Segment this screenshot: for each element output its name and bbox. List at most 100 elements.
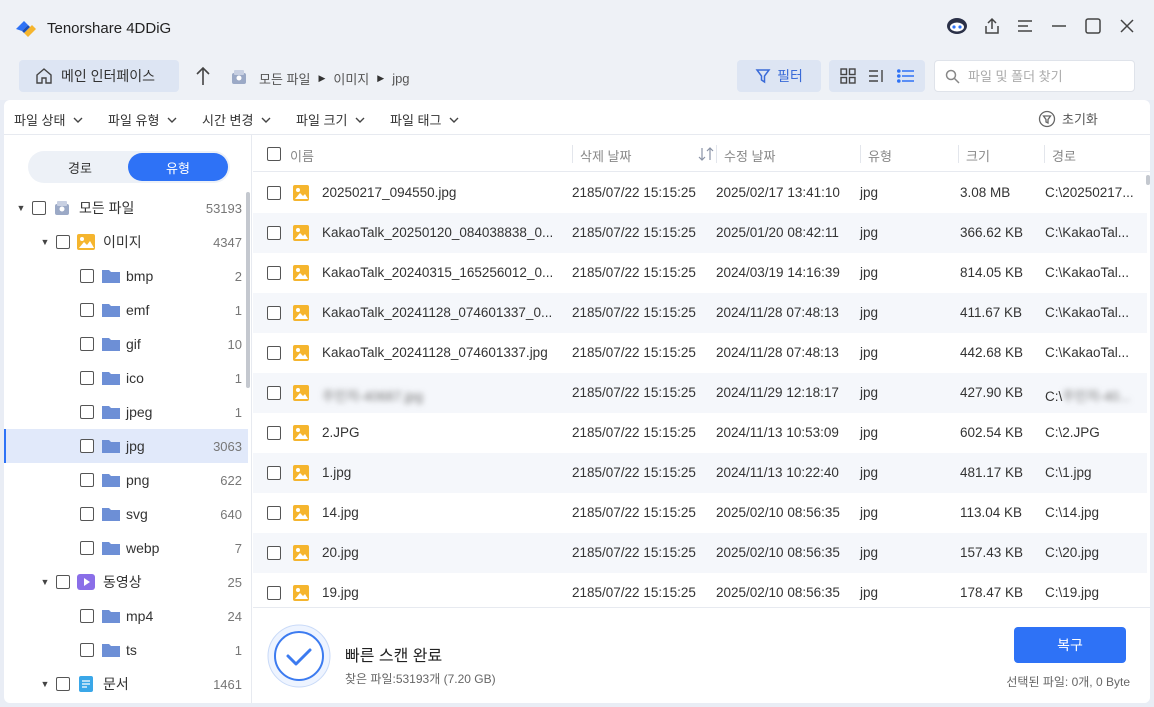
table-row[interactable]: 14.jpg 2185/07/22 15:15:25 2025/02/10 08:5… (253, 493, 1147, 533)
tree-checkbox[interactable] (56, 575, 70, 589)
row-checkbox[interactable] (267, 586, 281, 600)
tree-item-all-files[interactable]: ▼ 모든 파일 53193 (4, 191, 248, 225)
filter-time-changed[interactable]: 시간 변경 (202, 110, 271, 129)
row-checkbox[interactable] (267, 226, 281, 240)
tree-checkbox[interactable] (80, 337, 94, 351)
assistant-robot-icon[interactable] (945, 14, 969, 38)
tree-item-images[interactable]: ▼ 이미지 4347 (4, 225, 248, 259)
breadcrumb-item[interactable]: 이미지 (333, 69, 369, 88)
tree-checkbox[interactable] (80, 371, 94, 385)
up-arrow-icon[interactable] (193, 64, 213, 88)
folder-icon (102, 508, 120, 521)
tab-path[interactable]: 경로 (30, 153, 130, 181)
tree-item-webp[interactable]: webp 7 (4, 531, 248, 565)
tree-item-jpg[interactable]: jpg 3063 (4, 429, 248, 463)
cell-size: 814.05 KB (960, 265, 1024, 280)
tree-item-jpeg[interactable]: jpeg 1 (4, 395, 248, 429)
row-checkbox[interactable] (267, 546, 281, 560)
table-row[interactable]: 20.jpg 2185/07/22 15:15:25 2025/02/10 08:5… (253, 533, 1147, 573)
row-checkbox[interactable] (267, 346, 281, 360)
table-scrollbar[interactable] (1146, 175, 1150, 185)
table-row[interactable]: 2.JPG 2185/07/22 15:15:25 2024/11/13 10:53… (253, 413, 1147, 453)
tree-item-ico[interactable]: ico 1 (4, 361, 248, 395)
column-divider[interactable] (860, 145, 861, 163)
row-checkbox[interactable] (267, 506, 281, 520)
tree-checkbox[interactable] (80, 643, 94, 657)
column-divider[interactable] (1044, 145, 1045, 163)
maximize-icon[interactable] (1081, 14, 1105, 38)
tab-type[interactable]: 유형 (128, 153, 228, 181)
tree-item-emf[interactable]: emf 1 (4, 293, 248, 327)
tree-item-ts[interactable]: ts 1 (4, 633, 248, 667)
column-divider[interactable] (958, 145, 959, 163)
row-checkbox[interactable] (267, 426, 281, 440)
filter-button[interactable]: 필터 (737, 60, 821, 92)
table-row[interactable]: 주민차-40687.jpg 2185/07/22 15:15:25 2024/11/… (253, 373, 1147, 413)
tree-item-videos[interactable]: ▼ 동영상 25 (4, 565, 248, 599)
table-row[interactable]: KakaoTalk_20250120_084038838_0... 2185/07… (253, 213, 1147, 253)
reset-button[interactable]: 초기화 (1038, 109, 1098, 128)
detail-view-icon[interactable] (865, 64, 889, 88)
tree-checkbox[interactable] (80, 303, 94, 317)
filter-file-tag[interactable]: 파일 태그 (390, 110, 459, 129)
caret-down-icon[interactable]: ▼ (16, 203, 26, 213)
row-checkbox[interactable] (267, 466, 281, 480)
caret-down-icon[interactable]: ▼ (40, 577, 50, 587)
menu-icon[interactable] (1013, 14, 1037, 38)
tree-item-mp4[interactable]: mp4 24 (4, 599, 248, 633)
row-checkbox[interactable] (267, 386, 281, 400)
column-header-type[interactable]: 유형 (868, 146, 892, 165)
home-button[interactable]: 메인 인터페이스 (19, 60, 179, 92)
tree-checkbox[interactable] (80, 269, 94, 283)
caret-down-icon[interactable]: ▼ (40, 237, 50, 247)
tree-checkbox[interactable] (80, 405, 94, 419)
tree-checkbox[interactable] (80, 473, 94, 487)
tree-item-documents[interactable]: ▼ 문서 1461 (4, 667, 248, 701)
table-row[interactable]: KakaoTalk_20240315_165256012_0... 2185/07… (253, 253, 1147, 293)
table-row[interactable]: 1.jpg 2185/07/22 15:15:25 2024/11/13 10:22… (253, 453, 1147, 493)
caret-down-icon[interactable]: ▼ (40, 679, 50, 689)
grid-view-icon[interactable] (836, 64, 860, 88)
breadcrumb-item[interactable]: jpg (392, 71, 409, 86)
filter-file-status[interactable]: 파일 상태 (14, 110, 83, 129)
breadcrumb-item[interactable]: 모든 파일 (259, 69, 310, 88)
row-checkbox[interactable] (267, 306, 281, 320)
tree-item-bmp[interactable]: bmp 2 (4, 259, 248, 293)
cell-modified: 2024/11/13 10:53:09 (716, 425, 839, 440)
tree-checkbox[interactable] (80, 439, 94, 453)
tree-item-png[interactable]: png 622 (4, 463, 248, 497)
sidebar-scrollbar[interactable] (246, 192, 250, 388)
column-header-deleted[interactable]: 삭제 날짜 (580, 146, 631, 165)
row-checkbox[interactable] (267, 266, 281, 280)
select-all-checkbox[interactable] (267, 147, 281, 161)
tree-checkbox[interactable] (80, 609, 94, 623)
tree-checkbox[interactable] (80, 541, 94, 555)
filter-file-type[interactable]: 파일 유형 (108, 110, 177, 129)
filter-file-size[interactable]: 파일 크기 (296, 110, 365, 129)
row-checkbox[interactable] (267, 186, 281, 200)
list-view-icon[interactable] (894, 64, 918, 88)
tree-checkbox[interactable] (80, 507, 94, 521)
column-header-size[interactable]: 크기 (966, 146, 990, 165)
table-row[interactable]: 20250217_094550.jpg 2185/07/22 15:15:25 20… (253, 173, 1147, 213)
column-header-path[interactable]: 경로 (1052, 146, 1076, 165)
column-divider[interactable] (572, 145, 573, 163)
tree-checkbox[interactable] (32, 201, 46, 215)
search-input[interactable] (968, 68, 1128, 84)
funnel-icon (755, 69, 771, 84)
column-header-modified[interactable]: 수정 날짜 (724, 146, 775, 165)
tree-item-svg[interactable]: svg 640 (4, 497, 248, 531)
tree-checkbox[interactable] (56, 235, 70, 249)
sort-icon[interactable] (698, 147, 714, 161)
tree-checkbox[interactable] (56, 677, 70, 691)
column-header-name[interactable]: 이름 (290, 146, 314, 165)
table-row[interactable]: KakaoTalk_20241128_074601337.jpg 2185/07/… (253, 333, 1147, 373)
column-divider[interactable] (716, 145, 717, 163)
tree-item-gif[interactable]: gif 10 (4, 327, 248, 361)
share-icon[interactable] (980, 14, 1004, 38)
close-icon[interactable] (1115, 14, 1139, 38)
table-row[interactable]: 19.jpg 2185/07/22 15:15:25 2025/02/10 08:5… (253, 573, 1147, 607)
minimize-icon[interactable] (1047, 14, 1071, 38)
recover-button[interactable]: 복구 (1014, 627, 1126, 663)
table-row[interactable]: KakaoTalk_20241128_074601337_0... 2185/07… (253, 293, 1147, 333)
